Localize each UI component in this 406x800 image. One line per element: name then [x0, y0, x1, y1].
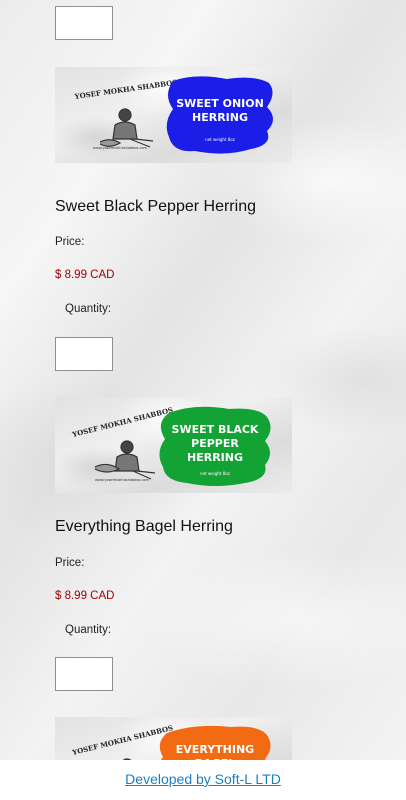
footer: Developed by Soft-L LTD [0, 760, 406, 800]
brand-text: YOSEF MOKHA SHABBOS [70, 405, 174, 439]
quantity-input[interactable] [55, 657, 113, 691]
banner-line-1: SWEET BLACK [172, 423, 259, 436]
banner-line-1: SWEET ONION [176, 97, 264, 110]
product-image-sweet-onion[interactable]: YOSEF MOKHA SHABBOS www.yosefmokhashabbo… [55, 67, 292, 163]
price-value: $ 8.99 CAD [55, 590, 115, 602]
website-text: www.yosefmokhashabbos.com [93, 146, 148, 150]
product-image-sweet-black-pepper[interactable]: YOSEF MOKHA SHABBOS www.yosefmokhashabbo… [55, 397, 292, 493]
net-weight-text: net weight 8oz [200, 471, 230, 476]
fisherman-illustration [99, 108, 154, 148]
banner-line-1: EVERYTHING [176, 743, 254, 756]
price-value: $ 8.99 CAD [55, 269, 115, 281]
quantity-label: Quantity: [65, 303, 112, 315]
brand-text: YOSEF MOKHA SHABBOS [70, 723, 174, 757]
product-title[interactable]: Everything Bagel Herring [55, 518, 233, 536]
quantity-input[interactable] [55, 6, 113, 40]
net-weight-text: net weight 8oz [205, 137, 235, 142]
price-label: Price: [55, 557, 85, 569]
quantity-label: Quantity: [65, 624, 112, 636]
website-text: www.yosefmokhashabbos.com [95, 478, 150, 482]
quantity-input[interactable] [55, 337, 113, 371]
fisherman-illustration [94, 440, 156, 480]
developer-credit-link[interactable]: Developed by Soft-L LTD [125, 771, 281, 787]
brand-text: YOSEF MOKHA SHABBOS [73, 78, 178, 101]
price-label: Price: [55, 236, 85, 248]
product-title[interactable]: Sweet Black Pepper Herring [55, 198, 256, 216]
banner-line-3: HERRING [187, 451, 243, 464]
banner-line-2: HERRING [192, 111, 248, 124]
banner-line-2: PEPPER [191, 437, 239, 450]
